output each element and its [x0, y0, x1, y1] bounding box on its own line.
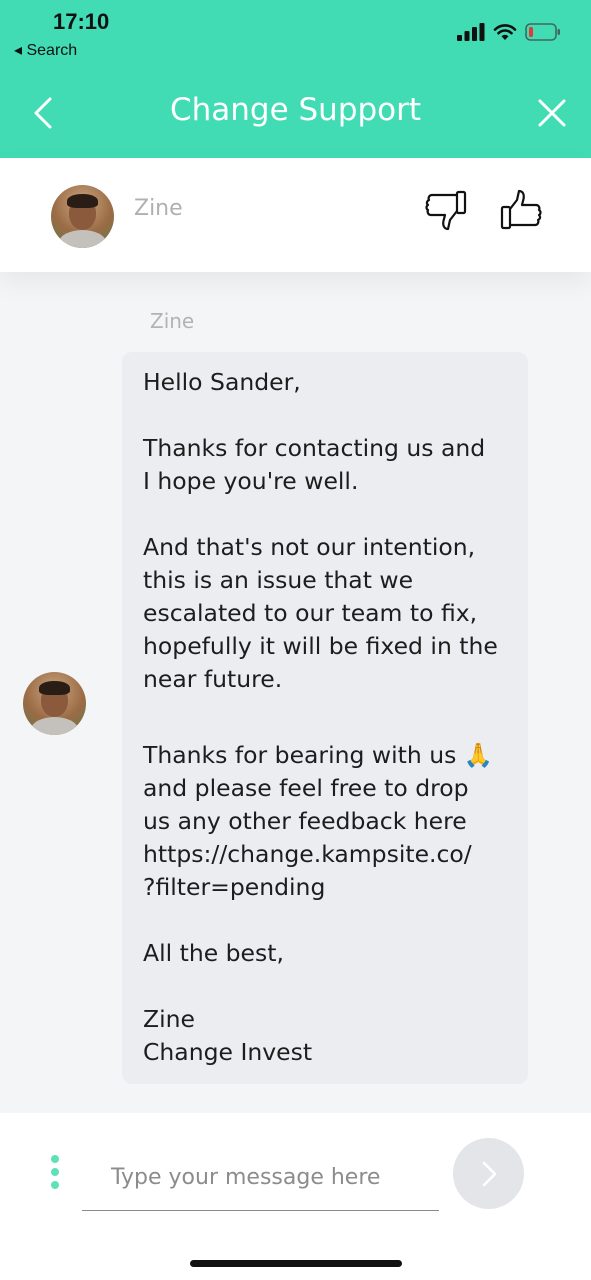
message-paragraph: And that's not our intention, this is an…: [143, 533, 498, 693]
wifi-icon: [493, 24, 517, 40]
message-composer: [0, 1113, 591, 1280]
home-indicator: [190, 1260, 402, 1267]
message-signature: Zine Change Invest: [143, 1005, 313, 1066]
agent-bar: Zine: [0, 158, 591, 272]
message-closing: All the best,: [143, 939, 284, 967]
close-icon[interactable]: [535, 96, 569, 130]
page-title: Change Support: [169, 92, 422, 128]
sender-label: Zine: [150, 309, 195, 333]
agent-name: Zine: [134, 196, 183, 221]
more-vertical-icon[interactable]: [48, 1155, 62, 1195]
message-paragraph: Thanks for contacting us and I hope you'…: [143, 434, 486, 495]
thumbs-down-icon[interactable]: [424, 188, 468, 232]
header-bar: 17:10 ◂ Search Change Support: [0, 0, 591, 158]
avatar: [51, 185, 114, 248]
signal-icon: [457, 23, 485, 41]
status-icons: [457, 21, 561, 43]
status-time: 17:10: [53, 9, 110, 34]
status-back-link[interactable]: ◂ Search: [14, 40, 77, 60]
message-bubble: Hello Sander, Thanks for contacting us a…: [122, 352, 528, 1084]
chevron-right-icon: [482, 1161, 496, 1186]
thumbs-up-icon[interactable]: [499, 188, 543, 232]
message-paragraph: Thanks for bearing with us 🙏 and please …: [143, 741, 494, 901]
battery-low-icon: [525, 23, 560, 41]
avatar: [23, 672, 86, 735]
message-input[interactable]: [82, 1145, 439, 1211]
send-button[interactable]: [453, 1138, 524, 1209]
chat-area[interactable]: Zine Hello Sander, Thanks for contacting…: [0, 272, 591, 1113]
message-greeting: Hello Sander,: [143, 368, 301, 396]
